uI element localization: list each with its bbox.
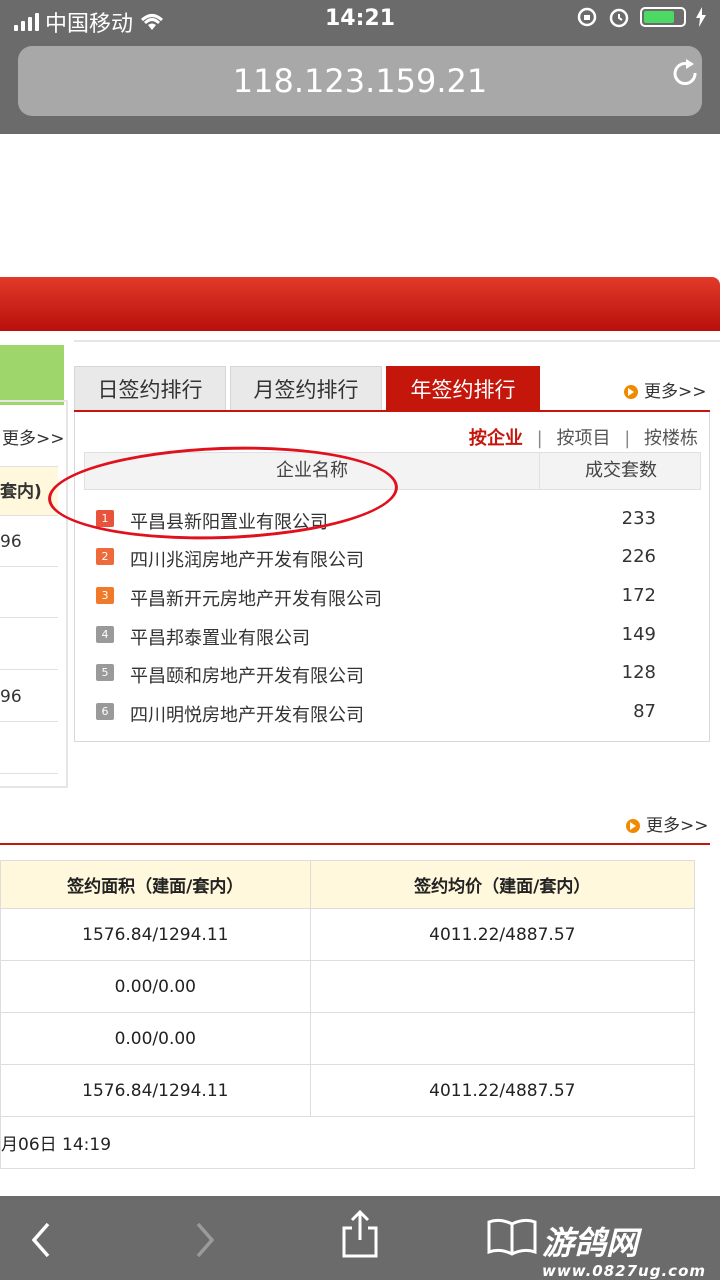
red-banner (0, 277, 720, 331)
deal-count: 128 (621, 662, 656, 683)
table-row: 0.00/0.00 (0, 1012, 696, 1065)
ranking-more-label: 更多>> (644, 382, 707, 402)
column-area: 签约面积（建面/套内） (0, 860, 311, 909)
watermark-url: www.0827ug.com (542, 1262, 706, 1280)
area-cell: 0.00/0.00 (0, 1012, 311, 1065)
ranking-filters: 按企业 | 按项目 | 按楼栋 (469, 424, 698, 450)
signing-header-row: 签约面积（建面/套内） 签约均价（建面/套内） (0, 860, 696, 909)
area-cell: 1576.84/1294.11 (0, 908, 311, 961)
company-name: 四川兆润房地产开发有限公司 (130, 550, 364, 571)
site-watermark: 游鸽网 www.0827ug.com (542, 1218, 706, 1280)
left-more-link[interactable]: 更多>> (2, 424, 65, 449)
filter-by-company[interactable]: 按企业 (469, 428, 523, 449)
alarm-icon (609, 8, 629, 28)
price-cell (309, 960, 696, 1013)
signing-accent-line (0, 843, 710, 845)
company-name: 平昌颐和房地产开发有限公司 (130, 666, 364, 687)
signing-more-link[interactable]: 更多>> (626, 811, 709, 836)
watermark-text: 游鸽网 (542, 1224, 639, 1262)
signing-table: 签约面积（建面/套内） 签约均价（建面/套内） 1576.84/1294.11 … (0, 860, 696, 1169)
area-cell: 0.00/0.00 (0, 960, 311, 1013)
left-cell: 96 (0, 517, 58, 567)
filter-by-project[interactable]: 按项目 (556, 428, 610, 449)
reload-icon[interactable] (668, 56, 702, 90)
price-cell: 4011.22/4887.57 (309, 1064, 696, 1117)
filter-separator: | (536, 428, 543, 449)
arrow-circle-icon (626, 819, 640, 833)
rank-badge: 5 (96, 664, 114, 681)
table-row: 1576.84/1294.11 4011.22/4887.57 (0, 1064, 696, 1117)
status-icons (576, 6, 706, 28)
ranking-row[interactable]: 3 平昌新开元房地产开发有限公司 172 (96, 577, 656, 615)
deal-count: 149 (621, 624, 656, 645)
deal-count: 233 (621, 508, 656, 529)
arrow-circle-icon (624, 385, 638, 399)
deal-count: 172 (621, 585, 656, 606)
forward-icon[interactable] (190, 1220, 218, 1260)
column-price: 签约均价（建面/套内） (309, 860, 696, 909)
filter-separator: | (624, 428, 631, 449)
back-icon[interactable] (28, 1220, 56, 1260)
table-footer-row: 月06日 14:19 (0, 1116, 695, 1169)
ranking-row[interactable]: 6 四川明悦房地产开发有限公司 87 (96, 693, 656, 731)
bookmarks-icon[interactable] (486, 1216, 538, 1256)
deal-count: 226 (621, 546, 656, 567)
column-count: 成交套数 (539, 453, 702, 489)
left-cell: 96 (0, 672, 58, 722)
ranking-accent-line (74, 410, 710, 412)
rotation-lock-icon (577, 7, 597, 27)
url-bar[interactable]: 118.123.159.21 (18, 46, 702, 116)
update-timestamp: 月06日 14:19 (0, 1116, 695, 1169)
left-cell (0, 568, 58, 618)
filter-by-building[interactable]: 按楼栋 (644, 428, 698, 449)
left-cell (0, 620, 58, 670)
ranking-tabs: 日签约排行 月签约排行 年签约排行 (74, 366, 540, 412)
deal-count: 87 (633, 701, 656, 722)
share-icon[interactable] (340, 1210, 380, 1260)
table-row: 1576.84/1294.11 4011.22/4887.57 (0, 908, 696, 961)
browser-chrome: 118.123.159.21 (0, 38, 720, 134)
company-name: 平昌新开元房地产开发有限公司 (130, 589, 382, 610)
rank-badge: 4 (96, 626, 114, 643)
ranking-row[interactable]: 2 四川兆润房地产开发有限公司 226 (96, 538, 656, 576)
rank-badge: 3 (96, 587, 114, 604)
url-text: 118.123.159.21 (232, 62, 488, 100)
left-cell (0, 724, 58, 774)
tab-monthly[interactable]: 月签约排行 (230, 366, 382, 412)
signing-more-label: 更多>> (646, 816, 709, 836)
ranking-more-link[interactable]: 更多>> (624, 377, 707, 402)
green-block (0, 345, 64, 405)
battery-icon (640, 7, 686, 27)
charging-icon (696, 7, 706, 27)
area-cell: 1576.84/1294.11 (0, 1064, 311, 1117)
tab-daily[interactable]: 日签约排行 (74, 366, 226, 412)
company-name: 平昌邦泰置业有限公司 (130, 628, 310, 649)
ranking-row[interactable]: 5 平昌颐和房地产开发有限公司 128 (96, 654, 656, 692)
price-cell (309, 1012, 696, 1065)
rank-badge: 6 (96, 703, 114, 720)
table-row: 0.00/0.00 (0, 960, 696, 1013)
rank-badge: 2 (96, 548, 114, 565)
price-cell: 4011.22/4887.57 (309, 908, 696, 961)
ranking-top-line (74, 340, 720, 342)
ranking-row[interactable]: 4 平昌邦泰置业有限公司 149 (96, 616, 656, 654)
status-bar: 中国移动 14:21 (0, 0, 720, 38)
company-name: 四川明悦房地产开发有限公司 (130, 705, 364, 726)
tab-yearly[interactable]: 年签约排行 (386, 366, 540, 412)
